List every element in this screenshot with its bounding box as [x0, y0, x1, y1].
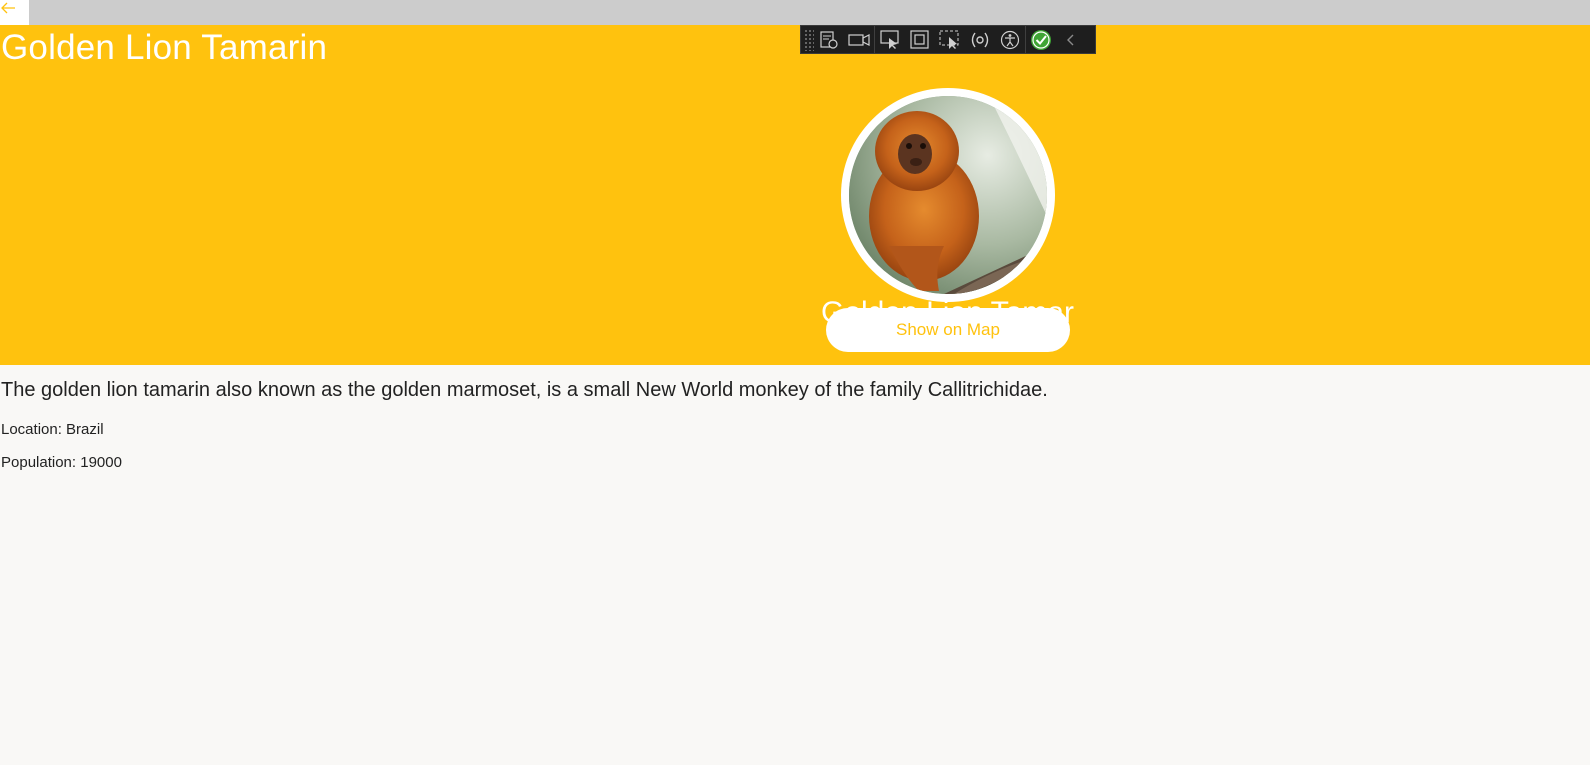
live-visual-tree-icon[interactable]: [814, 26, 844, 53]
back-button[interactable]: [0, 0, 29, 25]
accessibility-checker-icon[interactable]: [995, 26, 1025, 53]
show-on-map-button[interactable]: Show on Map: [826, 308, 1070, 352]
display-layout-adorners-icon[interactable]: [905, 26, 935, 53]
population-label: Population: 19000: [1, 454, 122, 471]
toolbar-grip[interactable]: [804, 28, 814, 51]
page-title: Golden Lion Tamarin: [1, 28, 328, 67]
avatar-ring: [841, 88, 1055, 302]
location-label: Location: Brazil: [1, 421, 104, 438]
binding-failures-icon[interactable]: [965, 26, 995, 53]
animal-description: The golden lion tamarin also known as th…: [1, 379, 1048, 401]
select-element-icon[interactable]: [875, 26, 905, 53]
record-icon[interactable]: [844, 26, 874, 53]
hero-header: [0, 25, 1590, 365]
xaml-debug-toolbar: [800, 25, 1096, 54]
track-focus-icon[interactable]: [935, 26, 965, 53]
title-bar: [0, 0, 1590, 25]
status-ok-icon[interactable]: [1026, 26, 1056, 53]
arrow-left-icon: [1, 2, 15, 14]
collapse-icon[interactable]: [1056, 26, 1086, 53]
animal-photo: [849, 96, 1047, 294]
